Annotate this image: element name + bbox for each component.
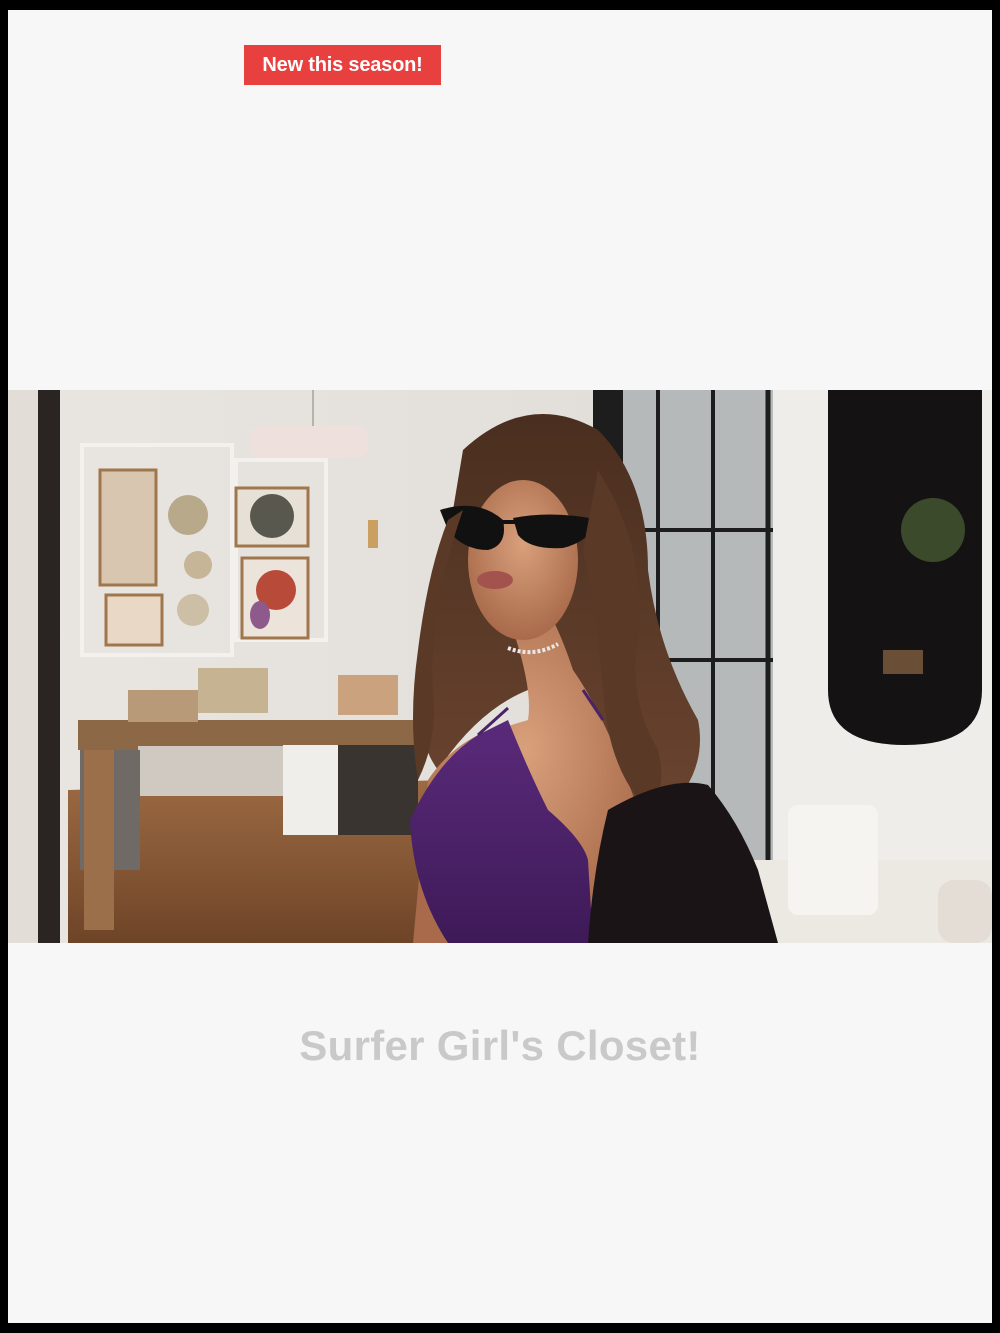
- store-title: Surfer Girl's Closet!: [299, 1022, 701, 1069]
- new-season-badge[interactable]: New this season!: [244, 45, 441, 85]
- hero-image[interactable]: [8, 390, 992, 943]
- device-frame: New this season! Surfer Girl's Closet!: [0, 0, 1000, 1333]
- page: New this season! Surfer Girl's Closet!: [8, 10, 992, 1323]
- hero-photo: [8, 390, 992, 943]
